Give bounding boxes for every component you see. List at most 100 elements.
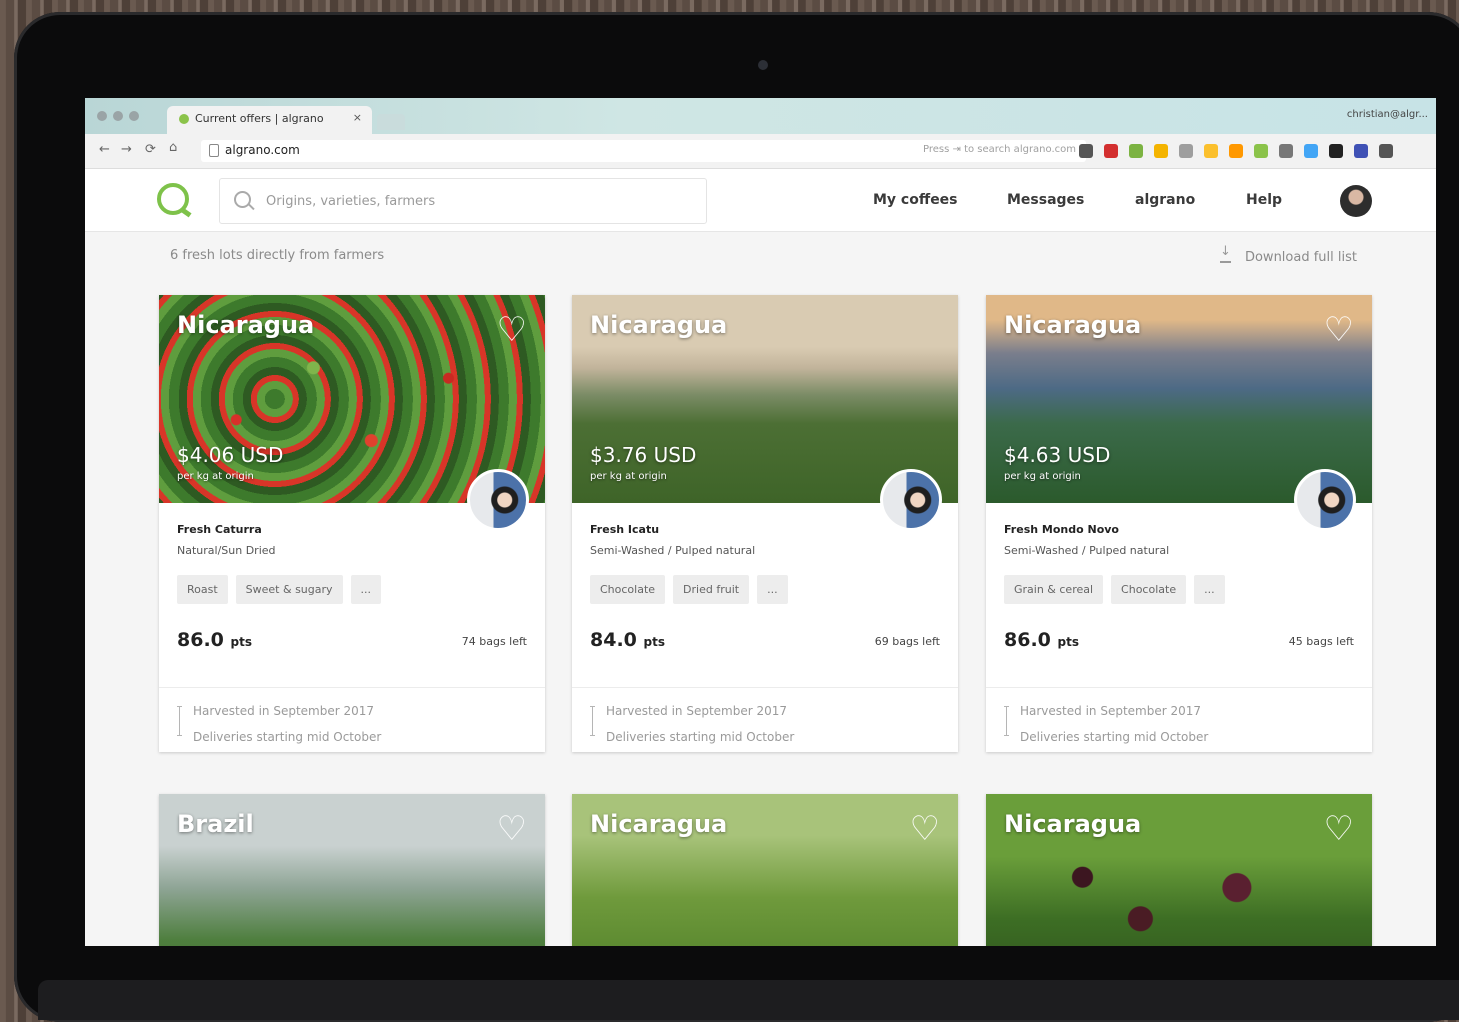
lots-summary: 6 fresh lots directly from farmers [170,248,385,263]
lot-variety: Fresh Icatu [590,523,660,536]
score-unit: pts [1057,635,1079,649]
lot-timeline: Harvested in September 2017 Deliveries s… [572,687,958,752]
lot-timeline: Harvested in September 2017 Deliveries s… [986,687,1372,752]
download-full-list-link[interactable]: Download full list [1219,244,1357,265]
farmer-avatar[interactable] [1294,469,1356,531]
favorite-heart-icon[interactable]: ♡ [1324,313,1354,347]
laptop-bottom-bezel [38,980,1459,1020]
more-tags-button[interactable]: ... [350,575,382,604]
nav-help[interactable]: Help [1246,192,1282,208]
flavor-tag: Roast [177,575,228,604]
browser-extension-icon[interactable] [1329,144,1343,158]
lot-card[interactable]: Nicaragua ♡ [572,794,958,946]
browser-extension-icon[interactable] [1254,144,1268,158]
page-info-icon[interactable] [209,144,219,157]
browser-extension-icon[interactable] [1204,144,1218,158]
browser-extension-icon[interactable] [1304,144,1318,158]
window-maximize-dot[interactable] [129,111,139,121]
nav-my-coffees[interactable]: My coffees [873,192,958,208]
lot-process: Natural/Sun Dried [177,544,276,557]
favorite-heart-icon[interactable]: ♡ [497,313,527,347]
bags-left: 69 bags left [874,635,940,648]
browser-window: Current offers | algrano × christian@alg… [85,98,1436,946]
lot-process: Semi-Washed / Pulped natural [1004,544,1170,557]
lot-origin: Nicaragua [590,311,728,339]
lot-details: Fresh Icatu Semi-Washed / Pulped natural… [572,503,958,687]
algrano-logo[interactable] [157,183,189,215]
cupping-score: 86.0 pts [177,629,252,651]
bags-left: 45 bags left [1288,635,1354,648]
favorite-heart-icon[interactable]: ♡ [497,812,527,846]
lot-card[interactable]: Nicaragua ♡ $4.06 USD per kg at origin F… [159,295,545,752]
nav-algrano[interactable]: algrano [1135,192,1195,208]
reload-icon[interactable]: ⟳ [145,142,156,157]
flavor-tags: Chocolate Dried fruit ... [590,575,940,604]
tab-title: Current offers | algrano [195,112,324,125]
forward-icon[interactable]: → [121,142,132,157]
more-tags-button[interactable]: ... [757,575,788,604]
lot-origin: Nicaragua [1004,311,1142,339]
score-value: 86.0 [177,629,224,651]
algrano-favicon [179,114,189,124]
browser-extension-icon[interactable] [1104,144,1118,158]
window-minimize-dot[interactable] [113,111,123,121]
lot-price-unit: per kg at origin [590,471,667,482]
search-box[interactable] [219,178,707,224]
tab-close-icon[interactable]: × [353,111,362,124]
window-close-dot[interactable] [97,111,107,121]
bags-left: 74 bags left [461,635,527,648]
lot-price: $4.63 USD [1004,443,1111,467]
browser-extension-icon[interactable] [1279,144,1293,158]
browser-extension-icon[interactable] [1179,144,1193,158]
farmer-avatar[interactable] [880,469,942,531]
extensions-row [1079,144,1393,160]
nav-messages[interactable]: Messages [1007,192,1084,208]
favorite-heart-icon[interactable]: ♡ [910,812,940,846]
browser-extension-icon[interactable] [1154,144,1168,158]
favorite-heart-icon[interactable]: ♡ [1324,812,1354,846]
lot-card[interactable]: Nicaragua ♡ [986,794,1372,946]
browser-extension-icon[interactable] [1229,144,1243,158]
url-field[interactable]: algrano.com Press ⇥ to search algrano.co… [201,140,1086,162]
search-icon [234,191,251,208]
lot-process: Semi-Washed / Pulped natural [590,544,756,557]
harvest-date: Harvested in September 2017 [606,704,788,718]
flavor-tags: Roast Sweet & sugary ... [177,575,527,604]
address-toolbar: ← → ⟳ ⌂ algrano.com Press ⇥ to search al… [85,134,1436,169]
farmer-avatar[interactable] [467,469,529,531]
browser-tab-current-offers[interactable]: Current offers | algrano × [167,106,372,134]
lot-variety: Fresh Caturra [177,523,262,536]
app-header: My coffees Messages algrano Help [85,169,1436,232]
browser-extension-icon[interactable] [1379,144,1393,158]
user-avatar[interactable] [1340,185,1372,217]
lot-details: Fresh Caturra Natural/Sun Dried Roast Sw… [159,503,545,687]
browser-extension-icon[interactable] [1129,144,1143,158]
lot-price-unit: per kg at origin [177,471,254,482]
webcam [758,60,768,70]
score-unit: pts [643,635,665,649]
lot-card[interactable]: Nicaragua ♡ $4.63 USD per kg at origin F… [986,295,1372,752]
home-icon[interactable]: ⌂ [169,140,177,155]
lot-price-unit: per kg at origin [1004,471,1081,482]
lot-photo: Brazil ♡ [159,794,545,946]
profile-chip[interactable]: christian@algr... [1347,109,1428,120]
cupping-score: 86.0 pts [1004,629,1079,651]
cupping-score: 84.0 pts [590,629,665,651]
search-input[interactable] [264,189,688,213]
new-tab-button[interactable] [377,114,405,130]
back-icon[interactable]: ← [99,142,110,157]
lot-card[interactable]: Brazil ♡ [159,794,545,946]
lot-timeline: Harvested in September 2017 Deliveries s… [159,687,545,752]
more-tags-button[interactable]: ... [1194,575,1225,604]
flavor-tag: Chocolate [590,575,666,604]
lot-price: $3.76 USD [590,443,697,467]
score-unit: pts [230,635,252,649]
browser-extension-icon[interactable] [1079,144,1093,158]
lot-origin: Nicaragua [177,311,315,339]
lot-card[interactable]: Nicaragua $3.76 USD per kg at origin Fre… [572,295,958,752]
flavor-tag: Sweet & sugary [235,575,343,604]
browser-extension-icon[interactable] [1354,144,1368,158]
flavor-tag: Chocolate [1111,575,1187,604]
lot-origin: Nicaragua [1004,810,1142,838]
score-value: 86.0 [1004,629,1051,651]
